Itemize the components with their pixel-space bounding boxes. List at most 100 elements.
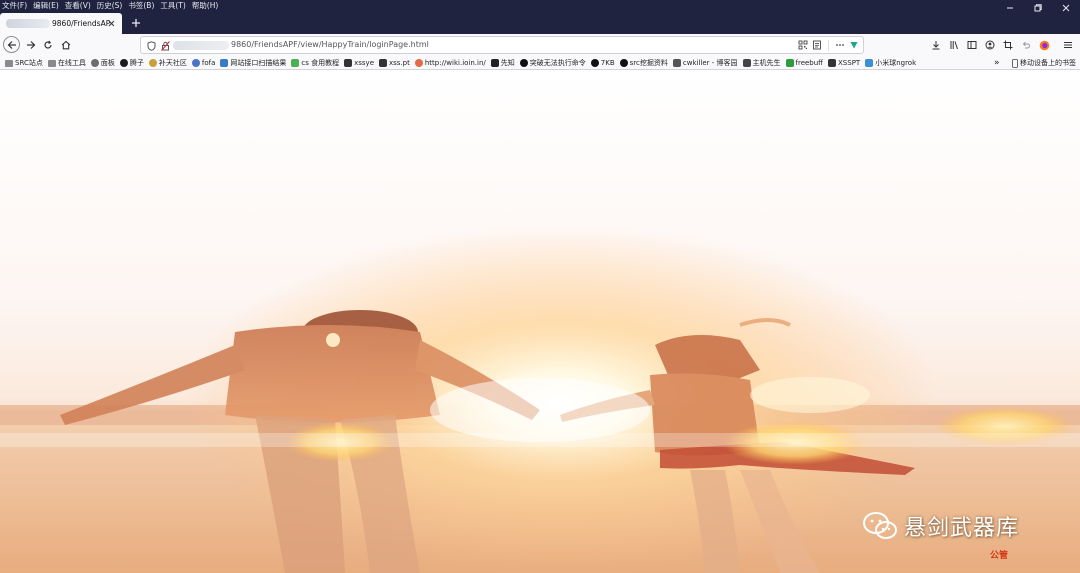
bookmark-label: fofa	[201, 59, 216, 67]
bookmark-item[interactable]: 面板	[90, 56, 115, 70]
close-icon	[1062, 4, 1070, 12]
insecure-lock-icon[interactable]	[160, 41, 170, 51]
bookmark-label: freebuff	[795, 59, 824, 67]
ghost-icon	[828, 59, 837, 67]
bookmark-label: 小米球ngrok	[875, 59, 917, 67]
bookmark-item[interactable]: 7KB	[590, 56, 615, 70]
menu-bar: 文件(F) 编辑(E) 查看(V) 历史(S) 书签(B) 工具(T) 帮助(H…	[2, 0, 218, 11]
menu-edit[interactable]: 编辑(E)	[33, 0, 59, 11]
bookmark-label: 面板	[100, 59, 115, 67]
bookmark-item[interactable]: freebuff	[785, 56, 824, 70]
background-photo	[0, 70, 1080, 573]
tab-title: 9860/FriendsAPF/	[52, 19, 110, 28]
restore-button[interactable]	[1024, 0, 1052, 16]
firefox-icon[interactable]	[1038, 37, 1050, 53]
bookmark-item[interactable]: src挖掘资料	[619, 56, 668, 70]
bookmark-item[interactable]: 主机先生	[742, 56, 781, 70]
title-bar: 文件(F) 编辑(E) 查看(V) 历史(S) 书签(B) 工具(T) 帮助(H…	[0, 0, 1080, 34]
folder-icon	[47, 59, 56, 67]
download-icon[interactable]	[930, 37, 942, 53]
menu-help[interactable]: 帮助(H)	[192, 0, 219, 11]
bookmark-item[interactable]: 网站接口扫描结果	[220, 56, 286, 70]
bookmark-label: 主机先生	[752, 59, 781, 67]
back-button[interactable]	[3, 36, 20, 53]
bookmark-label: SRC站点	[15, 59, 43, 67]
bookmark-label: http://wiki.ioin.in/	[424, 59, 486, 67]
globe-icon	[90, 59, 99, 67]
active-tab[interactable]: 9860/FriendsAPF/	[0, 13, 122, 34]
bookmark-item[interactable]: 突破无法执行命令	[519, 56, 586, 70]
menu-bookmarks[interactable]: 书签(B)	[128, 0, 154, 11]
page-actions-icon[interactable]	[834, 39, 846, 51]
hamburger-menu-icon[interactable]	[1062, 37, 1074, 53]
menu-view[interactable]: 查看(V)	[65, 0, 91, 11]
bookmark-item[interactable]: http://wiki.ioin.in/	[414, 56, 486, 70]
bookmark-label: 先知	[500, 59, 515, 67]
bookmark-item[interactable]: cs 食用教程	[291, 56, 339, 70]
bookmark-item[interactable]: 在线工具	[47, 56, 86, 70]
undo-icon[interactable]	[1020, 37, 1032, 53]
bookmark-item[interactable]: fofa	[191, 56, 216, 70]
bookmark-label: 腾子	[129, 59, 144, 67]
folder-icon	[5, 59, 13, 67]
bookmark-label: 补天社区	[158, 59, 187, 67]
mobile-bookmarks-folder[interactable]: 移动设备上的书签	[1012, 56, 1076, 70]
sidebar-icon[interactable]	[966, 37, 978, 53]
bookmark-label: 7KB	[600, 59, 615, 67]
globe-icon	[191, 59, 200, 67]
bookmark-label: src挖掘资料	[629, 59, 668, 67]
pocket-icon[interactable]	[848, 39, 860, 51]
menu-file[interactable]: 文件(F)	[2, 0, 27, 11]
tab-close-button[interactable]	[106, 18, 116, 28]
library-icon[interactable]	[948, 37, 960, 53]
minimize-button[interactable]	[996, 0, 1024, 16]
arrow-left-icon	[7, 40, 16, 49]
close-window-button[interactable]	[1052, 0, 1080, 16]
bookmark-item[interactable]: 腾子	[119, 56, 144, 70]
divider	[828, 39, 829, 51]
bookmark-label: 网站接口扫描结果	[230, 59, 287, 67]
logo-icon	[672, 59, 681, 67]
bookmark-item[interactable]: 先知	[490, 56, 515, 70]
play-icon	[291, 59, 300, 67]
menu-history[interactable]: 历史(S)	[97, 0, 123, 11]
account-icon[interactable]	[984, 37, 996, 53]
mobile-bookmarks-label: 移动设备上的书签	[1020, 59, 1076, 67]
url-text[interactable]: 9860/FriendsAPF/view/HappyTrain/loginPag…	[231, 40, 429, 49]
redacted-host	[6, 19, 50, 28]
home-icon	[61, 40, 71, 50]
bookmark-label: xssye	[354, 59, 374, 67]
page-content: 悬剑武器库 公管	[0, 70, 1080, 573]
new-tab-button[interactable]	[128, 15, 144, 31]
bookmark-label: cwkiller - 博客园	[682, 59, 738, 67]
bookmark-item[interactable]: xss.pt	[379, 56, 410, 70]
bookmark-item[interactable]: xssye	[344, 56, 374, 70]
toolbar	[930, 37, 1074, 53]
qr-code-icon[interactable]	[797, 39, 809, 51]
mobile-icon	[1012, 58, 1018, 68]
bookmark-item[interactable]: SRC站点	[5, 56, 43, 70]
arrow-right-icon	[27, 41, 36, 49]
reload-button[interactable]	[40, 37, 56, 53]
forward-button[interactable]	[23, 37, 39, 53]
bookmark-item[interactable]: 小米球ngrok	[865, 56, 916, 70]
pin-icon	[742, 59, 751, 67]
bookmark-item[interactable]: XSSPT	[828, 56, 860, 70]
github-icon	[619, 59, 628, 67]
home-button[interactable]	[58, 37, 74, 53]
redacted-host	[173, 41, 229, 50]
bookmark-label: XSSPT	[838, 59, 861, 67]
bookmark-item[interactable]: cwkiller - 博客园	[672, 56, 738, 70]
bookmark-label: xss.pt	[389, 59, 410, 67]
reload-icon	[44, 40, 52, 49]
bookmark-label: 在线工具	[57, 59, 86, 67]
bookmark-item[interactable]: 补天社区	[148, 56, 187, 70]
menu-tools[interactable]: 工具(T)	[160, 0, 185, 11]
wechat-icon	[863, 512, 897, 539]
bookmarks-overflow-button[interactable]: »	[994, 57, 1000, 69]
minimize-icon	[1007, 7, 1013, 9]
address-bar[interactable]: 9860/FriendsAPF/view/HappyTrain/loginPag…	[140, 36, 864, 54]
shield-icon[interactable]	[146, 41, 156, 51]
reader-view-icon[interactable]	[811, 39, 823, 51]
crop-screenshot-icon[interactable]	[1002, 37, 1014, 53]
